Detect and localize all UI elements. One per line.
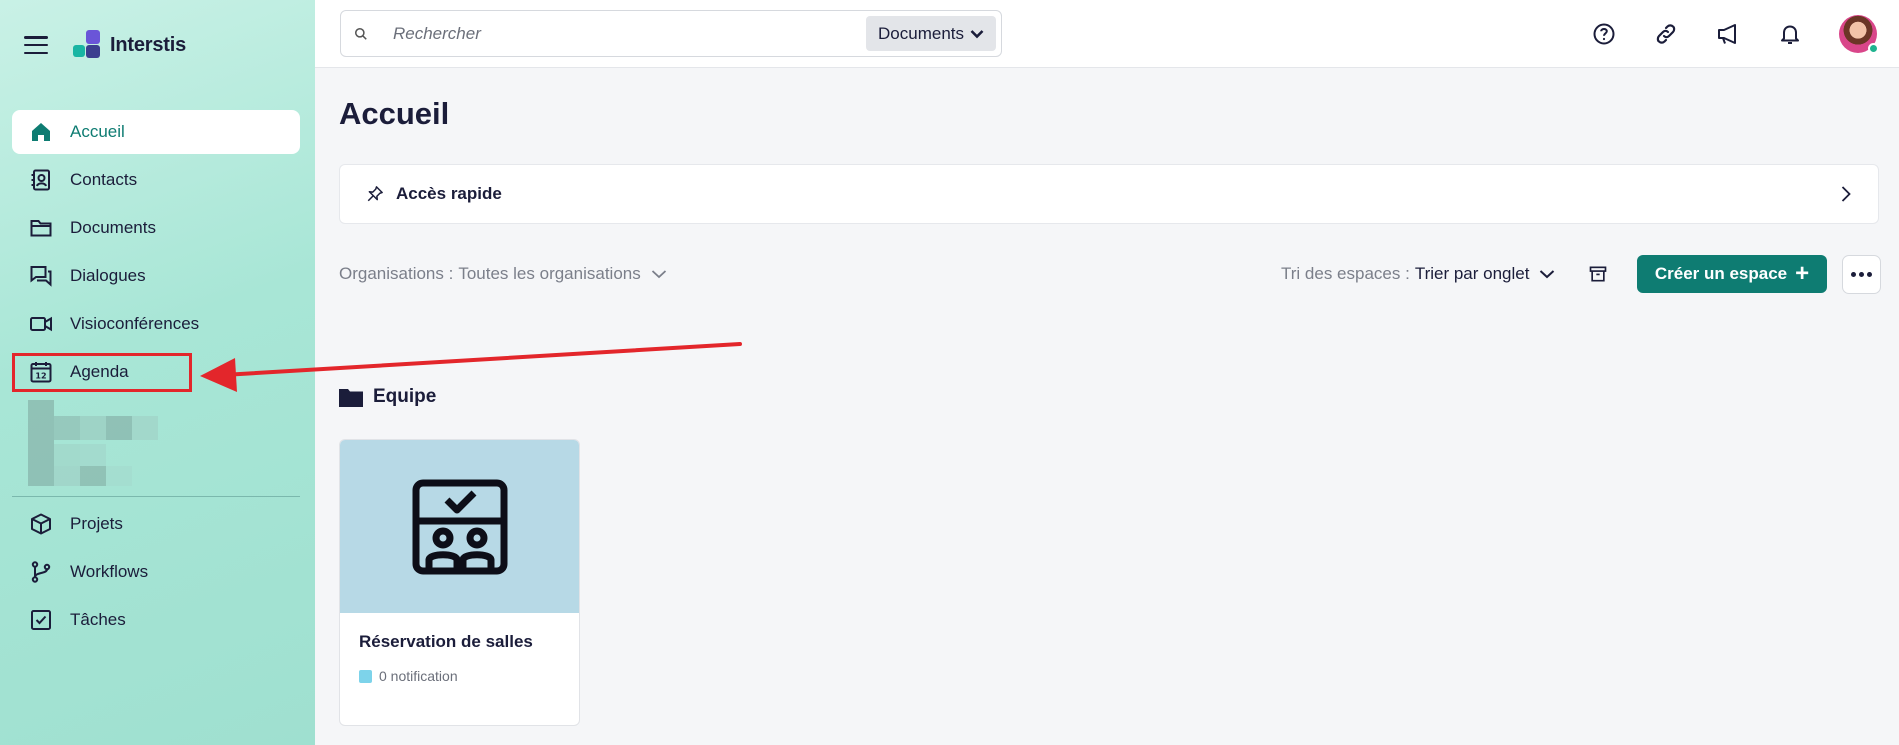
section-title-label: Equipe [373, 386, 437, 407]
megaphone-icon[interactable] [1715, 21, 1741, 47]
contacts-icon [28, 167, 54, 193]
sidebar-item-label: Tâches [70, 610, 126, 629]
search-scope-label: Documents [878, 23, 964, 43]
search-icon [341, 27, 381, 41]
sort-filter[interactable]: Tri des espaces : Trier par onglet [1281, 264, 1555, 284]
sidebar-item-label: Documents [70, 218, 156, 237]
folder-filled-icon [339, 389, 363, 407]
sidebar: Interstis Accueil Contacts Documents Dia… [0, 0, 315, 745]
sidebar-item-documents[interactable]: Documents [12, 206, 300, 250]
sidebar-item-visioconferences[interactable]: Visioconférences [12, 302, 300, 346]
filter-value: Trier par onglet [1414, 264, 1530, 283]
cube-icon [28, 511, 54, 537]
top-bar-actions [1591, 0, 1899, 68]
sidebar-item-label: Dialogues [70, 266, 146, 285]
create-space-label: Créer un espace [1654, 264, 1788, 283]
sidebar-item-label: Accueil [70, 122, 125, 141]
calendar-icon: 12 [28, 359, 54, 385]
more-dot [1859, 272, 1864, 277]
plus-icon: + [1795, 260, 1810, 287]
chevron-down-icon [1540, 270, 1555, 279]
search-input[interactable] [393, 23, 853, 44]
quick-access-bar[interactable]: Accès rapide [339, 164, 1879, 224]
notification-count: 0 notification [379, 668, 458, 684]
sidebar-header: Interstis [24, 28, 186, 62]
sidebar-item-dialogues[interactable]: Dialogues [12, 254, 300, 298]
svg-text:12: 12 [35, 372, 46, 381]
sidebar-item-taches[interactable]: Tâches [12, 598, 300, 642]
sidebar-item-label: Projets [70, 514, 123, 533]
page-title: Accueil [339, 96, 450, 131]
help-icon[interactable] [1591, 21, 1617, 47]
search-scope-dropdown[interactable]: Documents [866, 16, 996, 51]
chevron-down-icon [651, 270, 666, 279]
sidebar-item-label: Workflows [70, 562, 149, 581]
more-dot [1851, 272, 1857, 277]
app-name: Interstis [110, 33, 187, 56]
filter-label: Tri des espaces : [1281, 264, 1410, 283]
space-card-title: Réservation de salles [359, 632, 533, 651]
chevron-down-icon [970, 29, 984, 38]
sidebar-item-label: Visioconférences [70, 314, 200, 333]
sidebar-divider [12, 496, 300, 497]
sidebar-nav-secondary: Projets Workflows Tâches [12, 502, 300, 646]
pixelated-sidebar-item [28, 400, 160, 486]
chat-icon [28, 263, 54, 289]
sidebar-item-workflows[interactable]: Workflows [12, 550, 300, 594]
organisation-filter[interactable]: Organisations : Toutes les organisations [339, 264, 667, 284]
logo-mark-icon [72, 30, 102, 60]
more-dot [1866, 272, 1872, 277]
video-icon [28, 311, 54, 337]
room-reservation-icon [412, 479, 507, 574]
sidebar-item-projets[interactable]: Projets [12, 502, 300, 546]
sidebar-nav: Accueil Contacts Documents Dialogues Vis… [12, 110, 300, 398]
space-card-notification: 0 notification [359, 668, 458, 684]
home-icon [28, 119, 54, 145]
sidebar-item-contacts[interactable]: Contacts [12, 158, 300, 202]
filter-value: Toutes les organisations [458, 264, 641, 283]
menu-toggle-icon[interactable] [24, 36, 48, 54]
create-space-button[interactable]: Créer un espace + [1637, 255, 1827, 293]
online-status-icon [1868, 43, 1879, 54]
sidebar-item-agenda[interactable]: 12 Agenda [12, 350, 300, 394]
quick-access-label: Accès rapide [396, 184, 502, 203]
sidebar-item-label: Contacts [70, 170, 138, 189]
checkbox-icon [28, 607, 54, 633]
archive-icon[interactable] [1588, 264, 1608, 289]
bell-icon[interactable] [1777, 21, 1803, 47]
more-options-button[interactable] [1842, 255, 1881, 294]
search-bar: Documents [340, 10, 1002, 57]
sidebar-item-label: Agenda [70, 362, 129, 381]
filter-label: Organisations : [339, 264, 454, 283]
link-icon[interactable] [1653, 21, 1679, 47]
notification-square-icon [359, 669, 372, 683]
section-title: Equipe [339, 386, 436, 408]
space-card-image [340, 440, 579, 613]
space-card[interactable]: Réservation de salles 0 notification [339, 439, 580, 726]
branch-icon [28, 559, 54, 585]
pin-icon [366, 185, 384, 203]
app-logo[interactable]: Interstis [72, 30, 186, 60]
user-avatar[interactable] [1839, 15, 1879, 54]
sidebar-item-accueil[interactable]: Accueil [12, 110, 300, 154]
top-bar: Documents [315, 0, 1899, 68]
chevron-right-icon [1841, 186, 1851, 202]
folder-icon [28, 215, 54, 241]
